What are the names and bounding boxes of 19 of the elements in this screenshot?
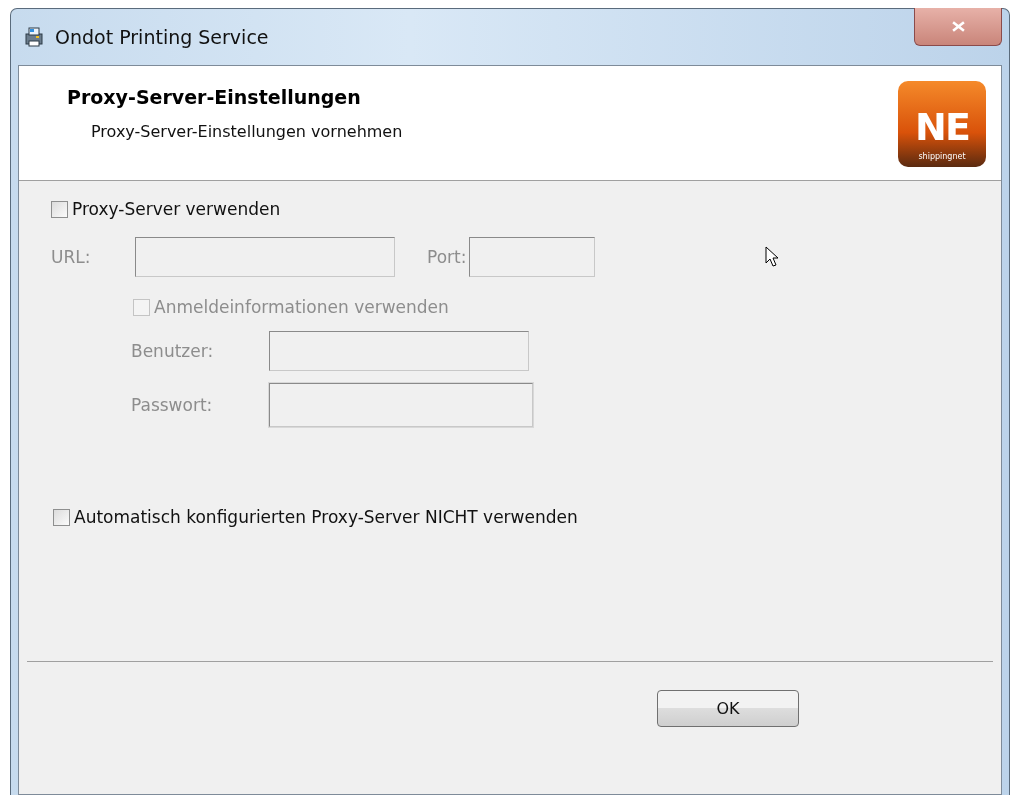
logo-caption: shippingnet	[918, 152, 966, 161]
logo-mark: NE	[915, 108, 969, 146]
checkbox-label: Anmeldeinformationen verwenden	[154, 297, 449, 317]
window-title: Ondot Printing Service	[55, 26, 269, 48]
page-title: Proxy-Server-Einstellungen	[67, 86, 362, 108]
checkbox-label: Automatisch konfigurierten Proxy-Server NICHT verwenden	[74, 507, 578, 527]
mouse-cursor-icon	[765, 246, 780, 268]
checkbox[interactable]	[51, 200, 68, 218]
ok-button[interactable]: OK	[657, 690, 799, 727]
field-label: Port:	[427, 247, 467, 267]
page-subtitle: Proxy-Server-Einstellungen vornehmen	[91, 122, 403, 141]
field-label: Passwort:	[131, 395, 214, 415]
close-button[interactable]	[914, 8, 1002, 46]
field-label: URL:	[51, 247, 92, 267]
checkbox[interactable]	[53, 508, 70, 526]
close-icon	[951, 21, 965, 32]
field-label: Benutzer:	[131, 341, 215, 361]
printer-icon	[23, 26, 45, 48]
checkbox-label: Proxy-Server verwenden	[72, 199, 281, 219]
